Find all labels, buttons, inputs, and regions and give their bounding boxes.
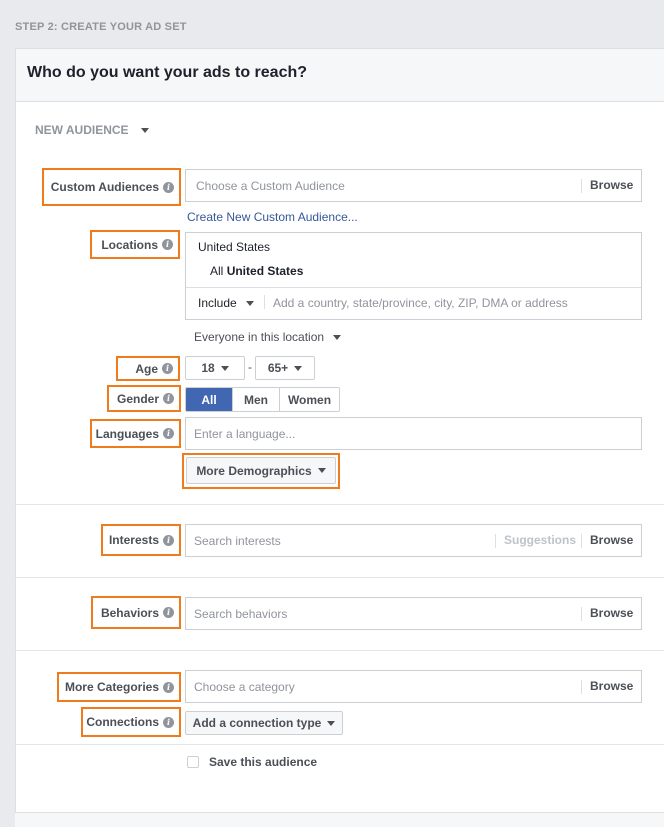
info-icon[interactable]: i	[163, 607, 174, 618]
locations-label: Locations i	[90, 230, 180, 259]
chevron-down-icon	[317, 468, 326, 473]
section-divider	[15, 504, 664, 505]
card-footer	[15, 812, 664, 827]
chevron-down-icon	[333, 335, 342, 341]
connection-type-dropdown[interactable]: Add a connection type	[185, 711, 343, 735]
behaviors-placeholder: Search behaviors	[194, 607, 288, 621]
create-custom-audience-link[interactable]: Create New Custom Audience...	[187, 210, 358, 224]
chevron-down-icon	[220, 365, 229, 371]
gender-label: Gender i	[107, 385, 181, 412]
info-icon[interactable]: i	[163, 534, 174, 546]
include-separator	[264, 295, 265, 309]
behaviors-label-text: Behaviors	[100, 605, 159, 620]
custom-audiences-label-text: Custom Audiences	[50, 180, 159, 194]
chevron-down-icon	[140, 128, 149, 134]
chevron-down-icon	[294, 365, 303, 371]
location-sub: All United States	[210, 264, 303, 278]
languages-placeholder: Enter a language...	[194, 427, 296, 441]
interests-browse-button[interactable]: Browse	[590, 533, 633, 547]
age-min-dropdown[interactable]: 18	[185, 356, 245, 380]
audience-dropdown-label: NEW AUDIENCE	[35, 123, 129, 137]
more-categories-label-text: More Categories	[64, 680, 159, 694]
custom-audience-placeholder: Choose a Custom Audience	[196, 179, 345, 193]
step-label: STEP 2: CREATE YOUR AD SET	[15, 21, 187, 33]
more-demographics-button[interactable]: More Demographics	[186, 457, 336, 484]
gender-segmented-control: All Men Women	[185, 387, 340, 412]
audience-dropdown[interactable]: NEW AUDIENCE	[35, 123, 149, 137]
custom-audiences-label: Custom Audiences i	[42, 168, 181, 206]
browse-separator	[581, 607, 582, 621]
browse-separator	[581, 534, 582, 548]
browse-separator	[581, 179, 582, 193]
age-max-dropdown[interactable]: 65+	[255, 356, 315, 380]
section-divider	[15, 650, 664, 651]
connections-label: Connections i	[81, 707, 181, 737]
save-audience-checkbox[interactable]	[187, 756, 199, 768]
section-divider	[15, 577, 664, 578]
gender-women-button[interactable]: Women	[280, 388, 339, 411]
more-categories-input[interactable]: Choose a category Browse	[185, 670, 642, 703]
suggestions-separator	[495, 534, 496, 548]
custom-audience-input[interactable]: Choose a Custom Audience Browse	[185, 169, 642, 202]
save-audience-row[interactable]: Save this audience	[187, 755, 317, 769]
include-dropdown[interactable]: Include	[198, 296, 255, 310]
locations-box: United States All United States Include …	[185, 232, 642, 320]
more-categories-placeholder: Choose a category	[194, 680, 295, 694]
location-country: United States	[198, 240, 271, 254]
location-scope-dropdown[interactable]: Everyone in this location	[194, 330, 342, 344]
age-min-value: 18	[201, 361, 215, 375]
location-search-input[interactable]: Add a country, state/province, city, ZIP…	[273, 296, 568, 310]
behaviors-browse-button[interactable]: Browse	[590, 606, 633, 620]
info-icon[interactable]: i	[163, 716, 174, 728]
languages-label-text: Languages	[95, 426, 159, 441]
info-icon[interactable]: i	[162, 363, 173, 374]
languages-label: Languages i	[90, 419, 181, 448]
location-scope-label: Everyone in this location	[194, 330, 325, 344]
info-icon[interactable]: i	[163, 181, 174, 193]
interests-suggestions-button[interactable]: Suggestions	[504, 533, 576, 547]
interests-input[interactable]: Search interests Suggestions Browse	[185, 524, 642, 557]
behaviors-input[interactable]: Search behaviors Browse	[185, 597, 642, 630]
more-demographics-label: More Demographics	[196, 463, 312, 478]
locations-label-text: Locations	[101, 237, 158, 252]
info-icon[interactable]: i	[163, 428, 174, 439]
location-sub-prefix: All	[210, 264, 224, 278]
gender-men-button[interactable]: Men	[233, 388, 280, 411]
info-icon[interactable]: i	[163, 393, 174, 404]
location-divider	[186, 287, 641, 288]
connection-type-label: Add a connection type	[192, 716, 322, 730]
gender-all-button[interactable]: All	[186, 388, 233, 411]
chevron-down-icon	[246, 301, 255, 307]
include-label: Include	[198, 296, 237, 310]
interests-label-text: Interests	[108, 533, 159, 547]
more-categories-browse-button[interactable]: Browse	[590, 679, 633, 693]
info-icon[interactable]: i	[162, 239, 173, 250]
chevron-down-icon	[327, 720, 336, 726]
age-label-text: Age	[135, 361, 158, 376]
interests-placeholder: Search interests	[194, 534, 281, 548]
behaviors-label: Behaviors i	[91, 596, 181, 629]
age-dash: -	[248, 360, 252, 374]
languages-input[interactable]: Enter a language...	[185, 417, 642, 450]
connections-label-text: Connections	[86, 715, 159, 729]
info-icon[interactable]: i	[163, 681, 174, 693]
location-sub-country: United States	[226, 264, 304, 278]
section-divider	[15, 744, 664, 745]
age-max-value: 65+	[267, 361, 289, 375]
more-categories-label: More Categories i	[57, 672, 181, 702]
save-audience-label: Save this audience	[209, 755, 318, 769]
interests-label: Interests i	[101, 524, 181, 556]
browse-separator	[581, 680, 582, 694]
age-label: Age i	[116, 356, 180, 381]
gender-label-text: Gender	[116, 391, 159, 406]
card-title: Who do you want your ads to reach?	[27, 64, 308, 81]
custom-audience-browse-button[interactable]: Browse	[590, 178, 633, 192]
